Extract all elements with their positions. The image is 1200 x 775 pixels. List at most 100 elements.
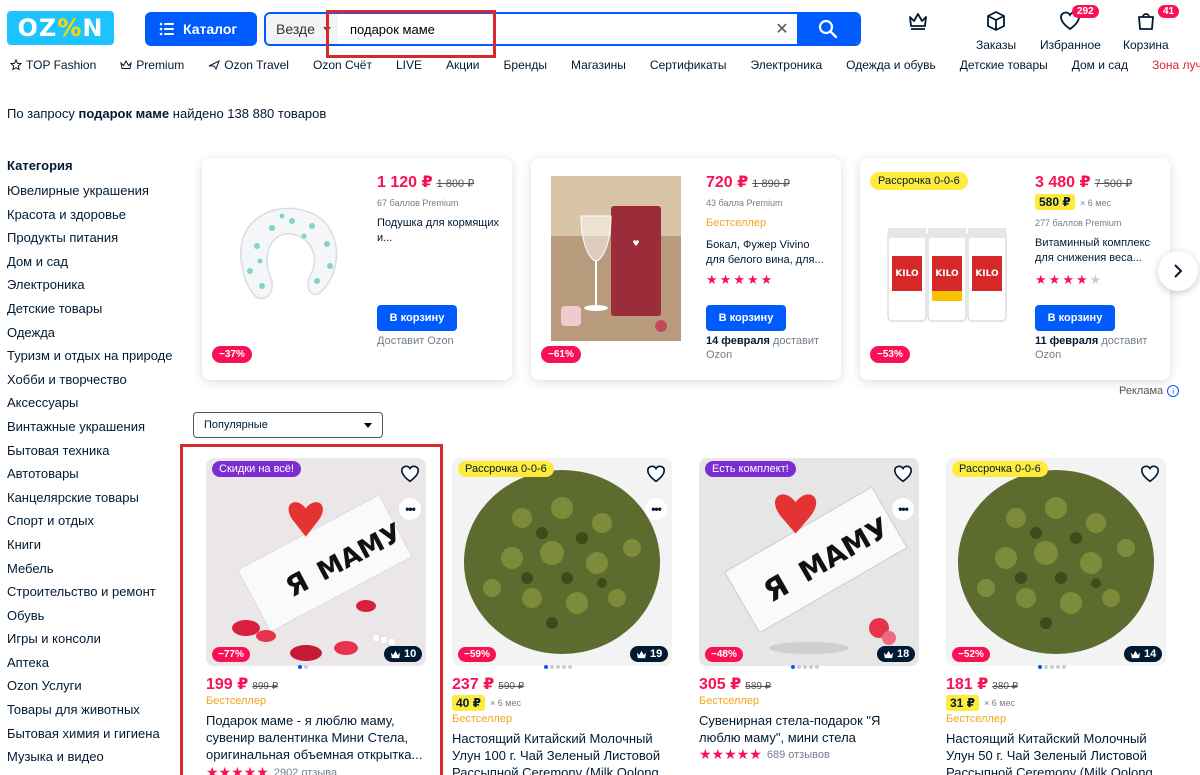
image-pager [1038, 665, 1066, 669]
sort-select[interactable]: Популярные [193, 412, 383, 438]
product-rating: ★★★★★ 689 отзывов [699, 746, 830, 762]
category-item[interactable]: Аксессуары [7, 391, 182, 415]
product-price: 237 ₽590 ₽ [452, 676, 525, 693]
category-item[interactable]: Хобби и творчество [7, 368, 182, 392]
ad-title[interactable]: Подушка для кормящих и... [377, 216, 502, 246]
search-button[interactable] [797, 14, 859, 44]
category-item[interactable]: Одежда [7, 321, 182, 345]
clear-search-icon[interactable]: ✕ [767, 14, 797, 44]
box-icon [987, 11, 1005, 31]
premium-points: 43 балла Premium [706, 198, 783, 208]
product-image[interactable] [452, 458, 672, 666]
favorite-heart-icon[interactable] [1140, 464, 1160, 484]
category-item[interactable]: Красота и здоровье [7, 203, 182, 227]
add-to-cart-button[interactable]: В корзину [377, 305, 457, 331]
product-image[interactable] [946, 458, 1166, 666]
category-item[interactable]: Ювелирные украшения [7, 179, 182, 203]
product-price: 305 ₽589 ₽ [699, 676, 772, 693]
category-item[interactable]: Дом и сад [7, 250, 182, 274]
category-item[interactable]: Продукты питания [7, 226, 182, 250]
product-image-wineglass: ♥ [551, 176, 681, 341]
nav-elektronika[interactable]: Электроника [751, 58, 823, 72]
category-item[interactable]: Игры и консоли [7, 627, 182, 651]
favorites-button[interactable]: Избранное 292 [1040, 5, 1101, 52]
category-item[interactable]: Винтажные украшения [7, 415, 182, 439]
category-item[interactable]: Электроника [7, 273, 182, 297]
category-item[interactable]: Музыка и видео [7, 745, 182, 769]
nav-sertifikaty[interactable]: Сертификаты [650, 58, 727, 72]
installment-tag: Рассрочка 0-0-6 [952, 461, 1048, 477]
favorite-heart-icon[interactable] [893, 464, 913, 484]
product-image[interactable]: Я МАМУ [699, 458, 919, 666]
category-item[interactable]: Спорт и отдых [7, 509, 182, 533]
category-item[interactable]: Строительство и ремонт [7, 580, 182, 604]
ad-card[interactable]: Рассрочка 0-0-6 KILO KILO KILO 3 480 ₽7 … [860, 158, 1170, 380]
category-item[interactable]: Ozon Услуги [7, 674, 182, 698]
nav-akcii[interactable]: Акции [446, 58, 480, 72]
nav-magaziny[interactable]: Магазины [571, 58, 626, 72]
category-item[interactable]: Аптека [7, 651, 182, 675]
top-nav: TOP Fashion Premium Ozon Travel Ozon Счё… [10, 58, 1200, 72]
bag-icon [1137, 13, 1154, 30]
category-item[interactable]: Туризм и отдых на природе [7, 344, 182, 368]
nav-live[interactable]: LIVE [396, 58, 422, 72]
nav-premium[interactable]: Premium [120, 58, 184, 72]
nav-best-prices[interactable]: Зона лучших цен [1152, 58, 1200, 72]
discount-badge: −52% [952, 647, 990, 662]
menu-icon [159, 22, 174, 36]
favorites-count-badge: 292 [1072, 5, 1099, 18]
ad-price: 720 ₽1 890 ₽ [706, 174, 790, 191]
ad-card[interactable]: ♥ 720 ₽1 890 ₽ 43 балла Premium Бестселл… [531, 158, 841, 380]
product-title[interactable]: Настоящий Китайский Молочный Улун 100 г.… [452, 730, 674, 775]
ozon-logo[interactable]: OZ%N [7, 11, 114, 45]
premium-crown-button[interactable] [907, 10, 929, 38]
product-title[interactable]: Настоящий Китайский Молочный Улун 50 г. … [946, 730, 1168, 775]
category-item[interactable]: Автотовары [7, 462, 182, 486]
orders-label: Заказы [976, 38, 1017, 52]
discount-badge: −37% [212, 346, 252, 363]
nav-top-fashion[interactable]: TOP Fashion [10, 58, 96, 72]
category-item[interactable]: Бытовая химия и гигиена [7, 722, 182, 746]
product-photo-stela: Я МАМУ [699, 458, 919, 666]
catalog-button[interactable]: Каталог [145, 12, 257, 46]
nav-brendy[interactable]: Бренды [504, 58, 547, 72]
more-options-icon[interactable]: ••• [645, 498, 667, 520]
orders-button[interactable]: Заказы [976, 10, 1016, 52]
cart-button[interactable]: Корзина 41 [1123, 5, 1180, 52]
nav-detskie[interactable]: Детские товары [960, 58, 1048, 72]
more-options-icon[interactable]: ••• [892, 498, 914, 520]
category-item[interactable]: Книги [7, 533, 182, 557]
discount-badge: −48% [705, 647, 743, 662]
rating-stars: ★ ★ ★ ★ ★ [1035, 272, 1102, 287]
star-icon [10, 59, 22, 71]
nav-dom-i-sad[interactable]: Дом и сад [1072, 58, 1128, 72]
bestseller-label: Бестселлер [706, 217, 767, 229]
product-photo-tea [946, 458, 1166, 666]
ad-card[interactable]: 1 120 ₽1 800 ₽ 67 баллов Premium Подушка… [202, 158, 512, 380]
nav-ozon-schet[interactable]: Ozon Счёт [313, 58, 372, 72]
crown-icon [120, 59, 133, 69]
nav-odezhda[interactable]: Одежда и обувь [846, 58, 936, 72]
product-highlight [180, 444, 443, 775]
premium-points-badge: 19 [630, 646, 669, 662]
nav-ozon-travel[interactable]: Ozon Travel [208, 58, 289, 72]
category-item[interactable]: Детские товары [7, 297, 182, 321]
premium-points: 67 баллов Premium [377, 198, 459, 208]
category-item[interactable]: Мебель [7, 557, 182, 581]
add-to-cart-button[interactable]: В корзину [706, 305, 786, 331]
add-to-cart-button[interactable]: В корзину [1035, 305, 1115, 331]
svg-text:KILO: KILO [935, 269, 959, 279]
category-item[interactable]: Бытовая техника [7, 439, 182, 463]
ad-label[interactable]: Реклама i [1119, 385, 1180, 397]
ad-title[interactable]: Витаминный комплекс для снижения веса... [1035, 236, 1160, 266]
ad-title[interactable]: Бокал, Фужер Vivino для белого вина, для… [706, 238, 831, 268]
category-item[interactable]: Обувь [7, 604, 182, 628]
product-price: 181 ₽380 ₽ [946, 676, 1019, 693]
carousel-next-button[interactable] [1158, 251, 1198, 291]
category-item[interactable]: Канцелярские товары [7, 486, 182, 510]
category-item[interactable]: Товары для животных [7, 698, 182, 722]
chevron-right-icon [1174, 264, 1183, 278]
favorite-heart-icon[interactable] [646, 464, 666, 484]
product-title[interactable]: Сувенирная стела-подарок "Я люблю маму",… [699, 712, 921, 746]
delivery-info: Доставит Ozon [377, 335, 454, 347]
